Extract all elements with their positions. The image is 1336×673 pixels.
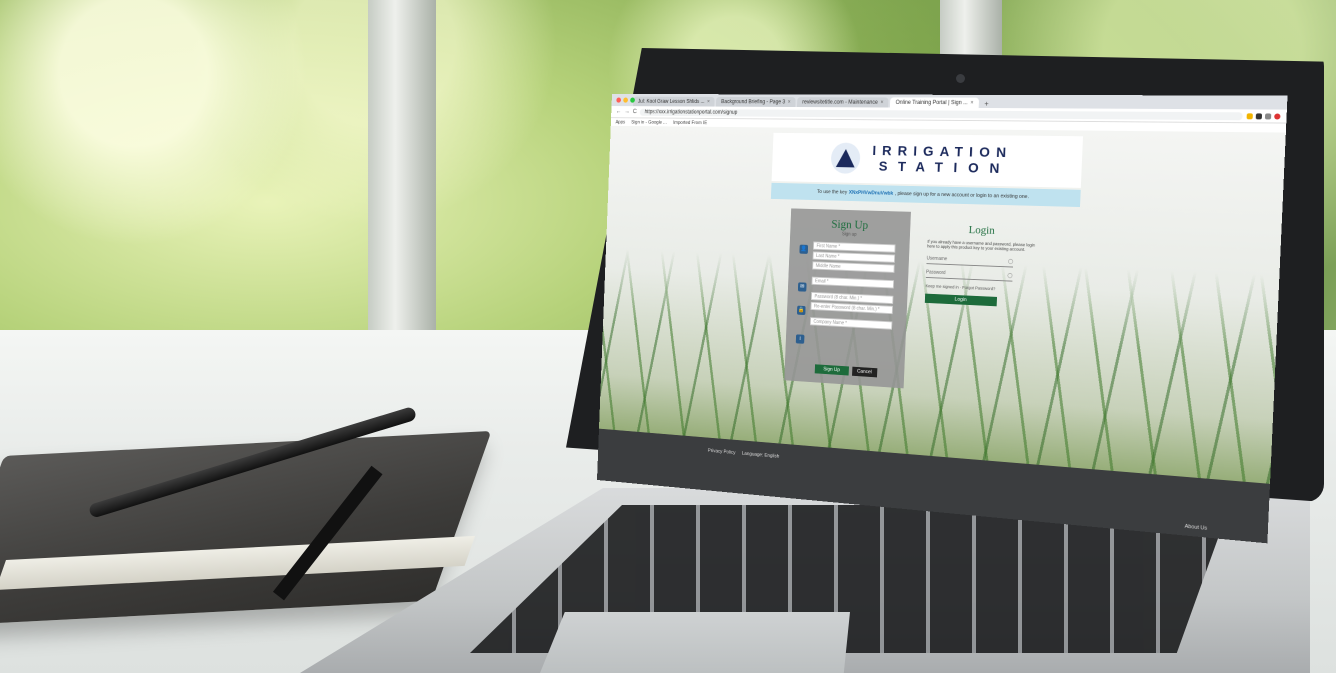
middle-name-field[interactable]: Middle Name	[812, 261, 895, 273]
web-page: IRRIGATION STATION To use the key XNxPHV…	[597, 126, 1286, 543]
company-icon: i	[796, 334, 805, 343]
tab-label: Jul: Kool Graw Lesson Shlids ...	[638, 99, 705, 105]
browser-tab[interactable]: Jul: Kool Graw Lesson Shlids ... ×	[633, 97, 715, 107]
forward-arrow-icon[interactable]: →	[624, 109, 630, 115]
password-placeholder: Password	[926, 270, 946, 276]
back-arrow-icon[interactable]: ←	[616, 109, 622, 115]
window-controls	[616, 97, 635, 102]
logo-line-2: STATION	[872, 159, 1013, 178]
notice-prefix: To use the key	[817, 189, 847, 195]
cancel-button[interactable]: Cancel	[852, 367, 877, 378]
extension-icon[interactable]	[1265, 113, 1271, 119]
minimize-window-icon[interactable]	[623, 97, 628, 102]
bookmark-google-signin[interactable]: Sign in - Google ...	[631, 120, 667, 126]
password-field[interactable]: Password ◯	[926, 270, 1013, 282]
user-icon: 👤	[799, 245, 808, 254]
url-field[interactable]: https://xxx.irrigationstationportal.com/…	[640, 108, 1243, 119]
privacy-policy-link[interactable]: Privacy Policy	[708, 448, 736, 456]
lock-icon: ◯	[1007, 273, 1012, 279]
email-field[interactable]: Email *	[812, 277, 895, 289]
bookmark-imported[interactable]: Imported From IE	[673, 120, 707, 126]
close-tab-icon[interactable]: ×	[788, 99, 791, 104]
tab-label: Online Training Portal | Sign ...	[896, 100, 968, 106]
signup-button[interactable]: Sign Up	[815, 364, 849, 375]
username-placeholder: Username	[927, 256, 948, 262]
extension-icon[interactable]	[1247, 113, 1253, 119]
laptop-trackpad	[540, 612, 850, 673]
remember-me-checkbox[interactable]: Keep me signed in · Forgot Password?	[925, 283, 1034, 293]
email-icon: ✉	[798, 282, 807, 291]
company-name-field[interactable]: Company Name *	[810, 317, 892, 330]
login-description: If you already have a username and passw…	[927, 239, 1036, 252]
browser-window: Jul: Kool Graw Lesson Shlids ... × Backgr…	[597, 94, 1288, 543]
browser-tab[interactable]: Background Briefing - Page 3 ×	[716, 97, 796, 107]
extension-icons	[1247, 113, 1281, 119]
login-title: Login	[928, 222, 1037, 240]
new-tab-icon[interactable]: +	[981, 100, 993, 108]
profile-avatar-icon[interactable]	[1274, 113, 1280, 119]
close-tab-icon[interactable]: ×	[707, 99, 710, 104]
login-panel: Login If you already have a username and…	[925, 222, 1037, 309]
lock-icon: 🔒	[797, 306, 806, 315]
username-field[interactable]: Username ◯	[926, 256, 1013, 268]
close-tab-icon[interactable]: ×	[880, 100, 883, 106]
logo-triangle-icon	[830, 143, 860, 174]
logo-wordmark: IRRIGATION STATION	[872, 143, 1013, 177]
about-link[interactable]: About Us	[1185, 524, 1208, 532]
signup-actions: Sign Up Cancel	[815, 364, 877, 377]
reload-icon[interactable]: C	[633, 109, 637, 115]
window-frame-post	[368, 0, 436, 345]
close-tab-icon[interactable]: ×	[970, 100, 973, 106]
background-photo: Jul: Kool Graw Lesson Shlids ... × Backgr…	[0, 0, 1336, 673]
browser-tab-active[interactable]: Online Training Portal | Sign ... ×	[890, 97, 979, 108]
webcam-icon	[956, 74, 965, 83]
extension-icon[interactable]	[1256, 113, 1262, 119]
notice-suffix: , please sign up for a new account or lo…	[895, 191, 1029, 200]
footer-links: Privacy Policy Language: English	[708, 448, 780, 459]
close-window-icon[interactable]	[616, 97, 621, 102]
tab-label: reviewsitetitle.com - Maintenance	[802, 99, 878, 105]
user-icon: ◯	[1008, 259, 1013, 265]
laptop-screen: Jul: Kool Graw Lesson Shlids ... × Backgr…	[612, 94, 1272, 486]
tab-label: Background Briefing - Page 3	[721, 99, 785, 105]
browser-tab[interactable]: reviewsitetitle.com - Maintenance ×	[797, 97, 889, 107]
confirm-password-field[interactable]: Re-enter Password (8 char. Min.) *	[811, 302, 893, 314]
site-logo: IRRIGATION STATION	[772, 133, 1083, 188]
product-key-link[interactable]: XNxPHVwDnuVwbk	[849, 190, 894, 197]
signup-panel: Sign Up Sign up 👤 First Name * Last Name…	[784, 208, 911, 388]
language-selector[interactable]: Language: English	[742, 451, 780, 460]
bookmark-apps[interactable]: Apps	[615, 120, 625, 125]
maximize-window-icon[interactable]	[630, 98, 635, 103]
